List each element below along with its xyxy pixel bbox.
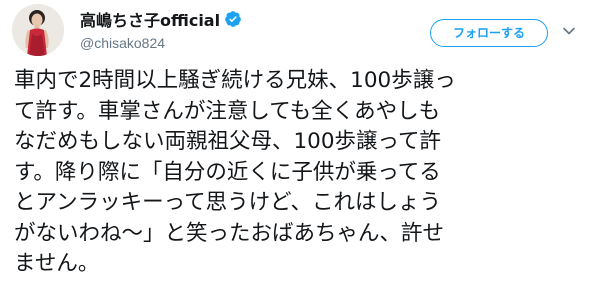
tweet-text-line: ません。: [14, 251, 100, 276]
tweet-text-line: す。降り際に「自分の近くに子供が乗ってる: [14, 159, 441, 185]
display-name[interactable]: 高嶋ちさ子official: [80, 7, 220, 31]
user-info: 高嶋ちさ子official @chisako824: [80, 8, 242, 51]
name-row: 高嶋ちさ子official: [80, 8, 242, 30]
tweet-text-line: とアンラッキーって思うけど、これはしょう: [14, 190, 441, 215]
avatar-image: [12, 4, 64, 56]
follow-button[interactable]: フォローする: [430, 19, 548, 47]
tweet-text-line: 車内で2時間以上騒ぎ続ける兄妹、100歩譲っ: [14, 68, 456, 93]
tweet-text-line: て許す。車掌さんが注意しても全くあやしも: [14, 98, 441, 124]
user-handle[interactable]: @chisako824: [80, 35, 242, 51]
tweet-text-line: がないわね〜」と笑ったおばあちゃん、許せ: [14, 220, 445, 246]
tweet-text-line: なだめもしない両親祖父母、100歩譲って許: [14, 129, 441, 154]
chevron-down-icon[interactable]: [562, 24, 576, 38]
verified-badge-icon: [224, 10, 242, 28]
tweet-text: 車内で2時間以上騒ぎ続ける兄妹、100歩譲っ て許す。車掌さんが注意しても全くあ…: [14, 66, 586, 280]
avatar[interactable]: [12, 4, 64, 56]
tweet-card: 高嶋ちさ子official @chisako824 フォローする 車内で2時間以…: [0, 0, 590, 298]
